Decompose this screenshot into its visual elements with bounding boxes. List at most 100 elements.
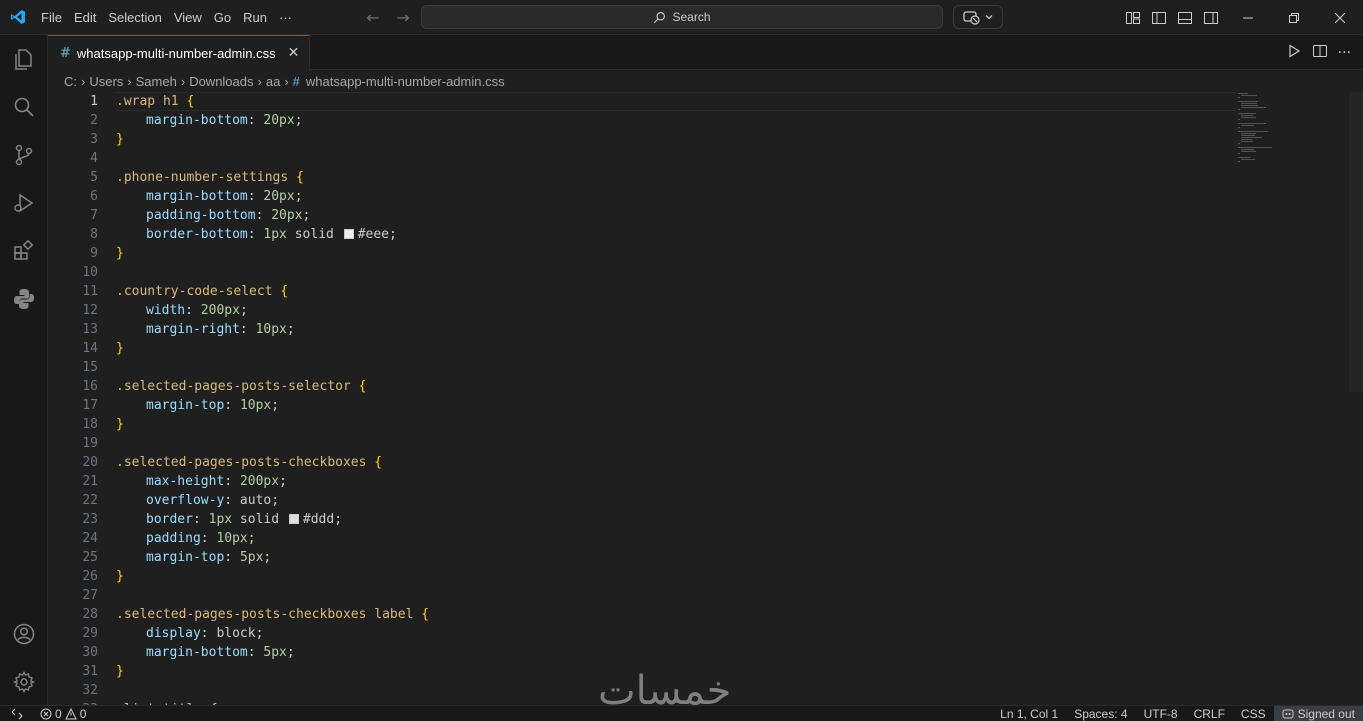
- menu-run[interactable]: Run: [237, 0, 273, 35]
- menu-file[interactable]: File: [35, 0, 68, 35]
- search-icon: [654, 11, 666, 23]
- line-number: 19: [82, 436, 98, 451]
- code-line[interactable]: }: [116, 130, 1236, 149]
- breadcrumb-file[interactable]: whatsapp-multi-number-admin.css: [306, 74, 505, 89]
- code-line[interactable]: .selected-pages-posts-checkboxes {: [116, 453, 1236, 472]
- code-line[interactable]: [116, 434, 1236, 453]
- menu-bar: File Edit Selection View Go Run ···: [35, 0, 298, 35]
- menu-more[interactable]: ···: [273, 0, 298, 35]
- split-editor-icon[interactable]: [1312, 43, 1328, 63]
- search-view-icon[interactable]: [0, 83, 48, 131]
- code-token: margin-right: [146, 322, 240, 337]
- breadcrumb-users[interactable]: Users: [89, 74, 123, 89]
- settings-gear-icon[interactable]: [0, 658, 48, 706]
- line-number: 22: [82, 493, 98, 508]
- code-line[interactable]: }: [116, 339, 1236, 358]
- code-token: }: [116, 246, 124, 261]
- run-and-debug-icon[interactable]: [0, 179, 48, 227]
- source-control-icon[interactable]: [0, 131, 48, 179]
- code-line[interactable]: overflow-y: auto;: [116, 491, 1236, 510]
- code-line[interactable]: border: 1px solid #ddd;: [116, 510, 1236, 529]
- vertical-scrollbar[interactable]: [1349, 92, 1363, 392]
- code-editor[interactable]: 1 2 3 4 5 6 7 8 9 10 11 12 13 14 15 16 17 18 19 20 21 22 23 24 2…: [48, 92, 1363, 705]
- menu-selection[interactable]: Selection: [102, 0, 167, 35]
- run-file-icon[interactable]: [1286, 43, 1302, 63]
- close-tab-icon[interactable]: ✕: [288, 45, 300, 61]
- code-line[interactable]: width: 200px;: [116, 301, 1236, 320]
- code-line[interactable]: [116, 263, 1236, 282]
- error-icon: [40, 708, 52, 719]
- code-line[interactable]: .selected-pages-posts-selector {: [116, 377, 1236, 396]
- code-line[interactable]: margin-right: 10px;: [116, 320, 1236, 339]
- back-arrow-icon[interactable]: ←: [364, 8, 382, 27]
- menu-edit[interactable]: Edit: [68, 0, 102, 35]
- code-token: 200px: [200, 303, 240, 318]
- line-number: 21: [82, 474, 98, 489]
- end-of-line[interactable]: CRLF: [1186, 707, 1233, 721]
- code-line[interactable]: padding-bottom: 20px;: [116, 206, 1236, 225]
- extensions-icon[interactable]: [0, 227, 48, 275]
- menu-view[interactable]: View: [168, 0, 208, 35]
- code-line[interactable]: [116, 358, 1236, 377]
- toggle-primary-sidebar-icon[interactable]: [1150, 9, 1168, 27]
- toggle-panel-icon[interactable]: [1176, 9, 1194, 27]
- menu-go[interactable]: Go: [208, 0, 237, 35]
- color-swatch[interactable]: [288, 514, 299, 524]
- color-swatch[interactable]: [343, 229, 354, 239]
- encoding[interactable]: UTF-8: [1136, 707, 1186, 721]
- code-line[interactable]: [116, 149, 1236, 168]
- code-line[interactable]: }: [116, 244, 1236, 263]
- language-mode[interactable]: CSS: [1233, 707, 1274, 721]
- code-token: border: [146, 512, 193, 527]
- minimap[interactable]: [1238, 92, 1348, 172]
- code-line[interactable]: margin-bottom: 20px;: [116, 111, 1236, 130]
- problems-indicator[interactable]: 0 0: [40, 707, 86, 721]
- code-line[interactable]: padding: 10px;: [116, 529, 1236, 548]
- restore-icon[interactable]: [1271, 0, 1317, 35]
- breadcrumb-aa[interactable]: aa: [266, 74, 280, 89]
- breadcrumb-sameh[interactable]: Sameh: [136, 74, 177, 89]
- close-window-icon[interactable]: [1317, 0, 1363, 35]
- minimize-icon[interactable]: [1225, 0, 1271, 35]
- code-line[interactable]: display: block;: [116, 624, 1236, 643]
- account-status[interactable]: Signed out: [1273, 706, 1363, 721]
- code-line[interactable]: margin-top: 5px;: [116, 548, 1236, 567]
- code-line[interactable]: max-height: 200px;: [116, 472, 1236, 491]
- command-center-search[interactable]: Search: [421, 5, 943, 29]
- code-line[interactable]: .wrap h1 {: [116, 92, 1236, 111]
- code-token: .selected-pages-posts-checkboxes: [116, 455, 375, 470]
- code-line[interactable]: border-bottom: 1px solid #eee;: [116, 225, 1236, 244]
- remote-indicator-icon[interactable]: [0, 706, 34, 721]
- code-line[interactable]: margin-bottom: 20px;: [116, 187, 1236, 206]
- code-line[interactable]: .selected-pages-posts-checkboxes label {: [116, 605, 1236, 624]
- code-line[interactable]: .country-code-select {: [116, 282, 1236, 301]
- tab-css-file[interactable]: # whatsapp-multi-number-admin.css ✕: [48, 35, 310, 70]
- code-line[interactable]: .phone-number-settings {: [116, 168, 1236, 187]
- code-token: padding: [146, 531, 201, 546]
- code-token: .country-code-select: [116, 284, 281, 299]
- line-number: 8: [90, 227, 98, 242]
- forward-arrow-icon[interactable]: →: [394, 8, 412, 27]
- code-token: .selected-pages-posts-checkboxes label: [116, 607, 422, 622]
- code-token: border-bottom: [146, 227, 248, 242]
- code-line[interactable]: }: [116, 415, 1236, 434]
- line-number: 10: [82, 265, 98, 280]
- code-content[interactable]: .wrap h1 {margin-bottom: 20px;} .phone-nu…: [116, 92, 1236, 705]
- breadcrumb-drive[interactable]: C:: [64, 74, 77, 89]
- code-line[interactable]: }: [116, 567, 1236, 586]
- explorer-icon[interactable]: [0, 35, 48, 83]
- toggle-secondary-sidebar-icon[interactable]: [1202, 9, 1220, 27]
- indentation[interactable]: Spaces: 4: [1066, 707, 1135, 721]
- customize-layout-icon[interactable]: [1124, 9, 1142, 27]
- more-actions-icon[interactable]: ···: [1338, 45, 1351, 61]
- code-token: }: [116, 417, 124, 432]
- python-icon[interactable]: [0, 275, 48, 323]
- copilot-button[interactable]: [953, 5, 1003, 29]
- accounts-icon[interactable]: [0, 610, 48, 658]
- code-line[interactable]: [116, 586, 1236, 605]
- code-line[interactable]: margin-top: 10px;: [116, 396, 1236, 415]
- cursor-position[interactable]: Ln 1, Col 1: [992, 707, 1066, 721]
- code-token: 1px: [208, 512, 233, 527]
- breadcrumb-downloads[interactable]: Downloads: [189, 74, 253, 89]
- code-line[interactable]: margin-bottom: 5px;: [116, 643, 1236, 662]
